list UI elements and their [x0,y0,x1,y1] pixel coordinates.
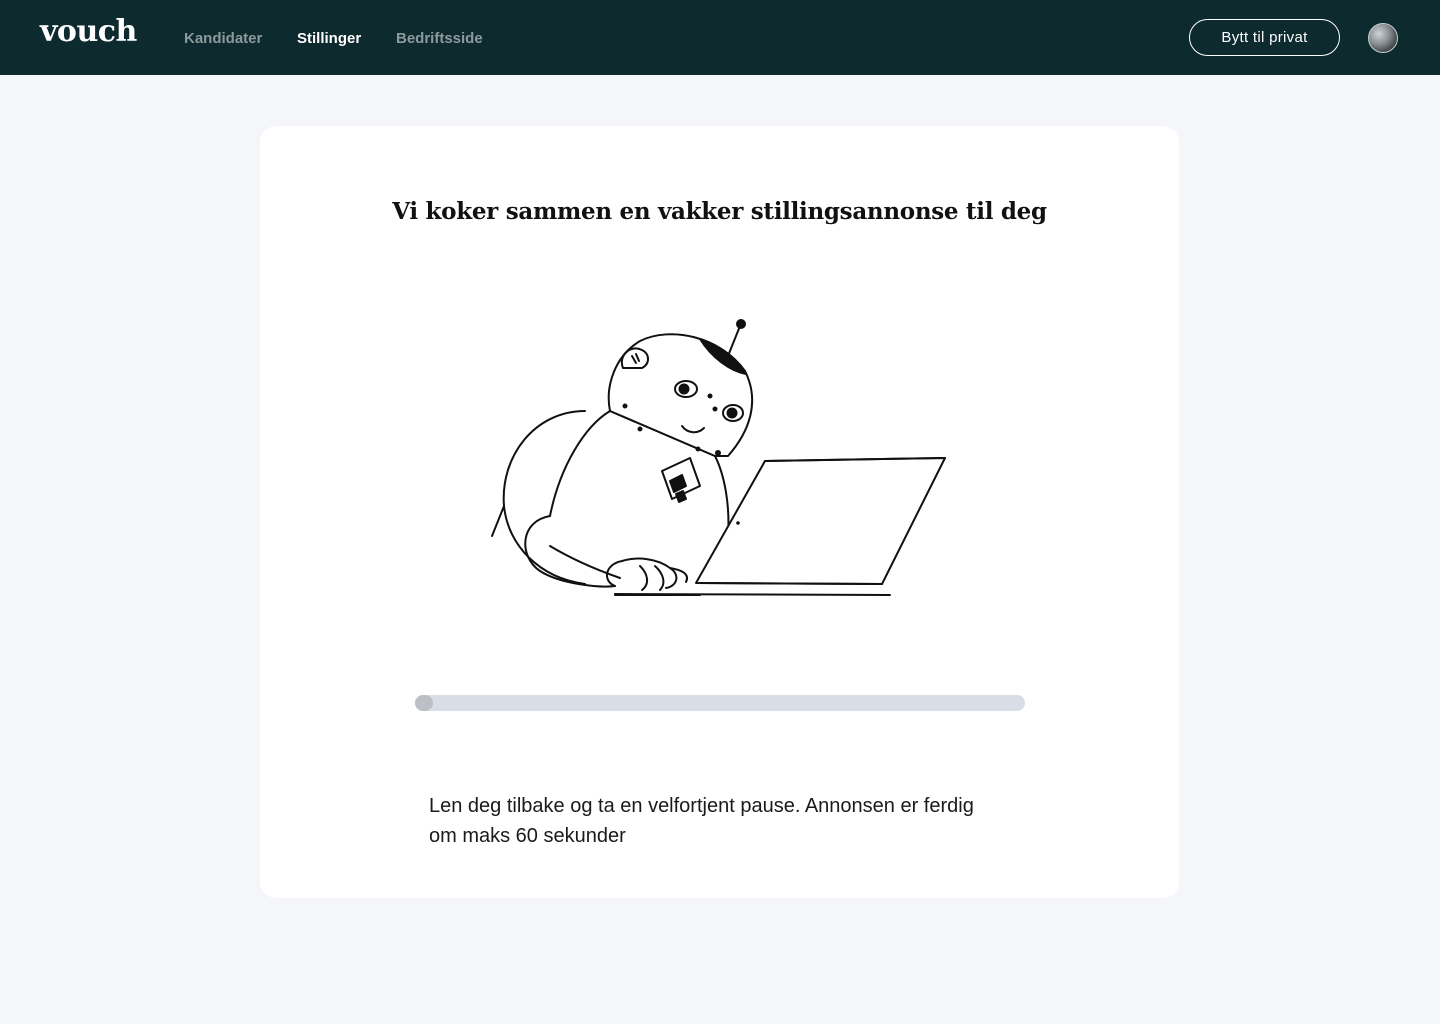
page-title: Vi koker sammen en vakker stillingsannon… [392,198,1047,225]
generating-card: Vi koker sammen en vakker stillingsannon… [260,126,1179,898]
robot-typing-illustration [491,319,946,596]
vouch-logo[interactable]: vouch [40,14,137,49]
user-avatar[interactable] [1368,23,1398,53]
switch-to-private-button[interactable]: Bytt til privat [1189,19,1340,56]
nav-item-stillinger[interactable]: Stillinger [297,30,361,47]
generation-progress-bar [415,695,1025,711]
nav-item-bedriftsside[interactable]: Bedriftsside [396,30,483,47]
nav-item-kandidater[interactable]: Kandidater [184,30,262,47]
waiting-message: Len deg tilbake og ta en velfortjent pau… [429,795,974,847]
progress-fill [415,695,433,711]
top-navigation-bar: vouch Kandidater Stillinger Bedriftsside… [0,0,1440,75]
